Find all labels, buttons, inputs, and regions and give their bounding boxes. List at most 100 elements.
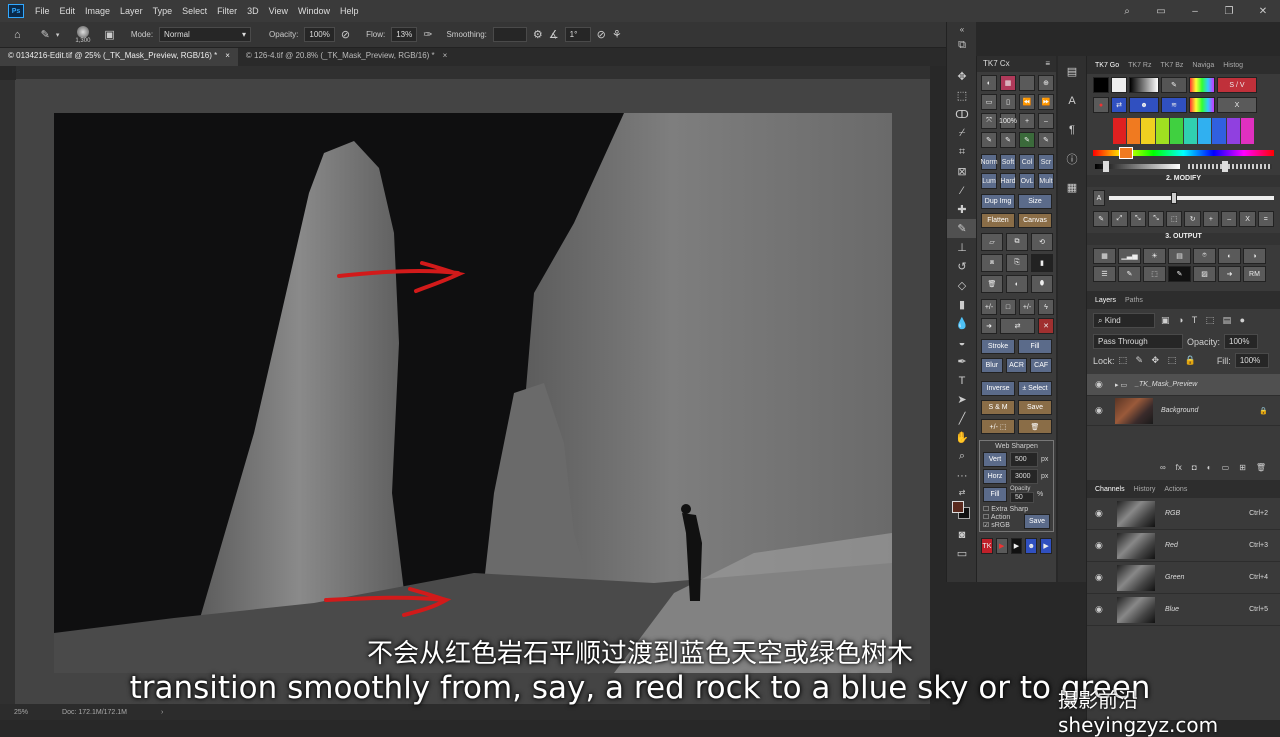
hue-slider[interactable] xyxy=(1093,147,1274,159)
quick-select-icon[interactable]: ⌿ xyxy=(947,124,977,143)
tk-lightning-icon[interactable]: ϟ xyxy=(1038,299,1054,315)
brush-preset[interactable]: 1,300 xyxy=(75,25,90,44)
swatch-purple[interactable] xyxy=(1226,118,1240,144)
kind-filter[interactable]: ⌕ Kind xyxy=(1093,313,1155,328)
tk-logo-button[interactable]: TK xyxy=(981,538,993,554)
document-image[interactable] xyxy=(54,113,892,673)
tab-navigator[interactable]: Naviga xyxy=(1192,62,1214,69)
zoom-tool-icon[interactable]: ⌕ xyxy=(947,447,977,466)
tk-minus-icon[interactable]: – xyxy=(1038,113,1054,129)
doc-tab[interactable]: © 126-4.tif @ 20.8% (_TK_Mask_Preview, R… xyxy=(238,48,455,66)
mode-norm-button[interactable]: Norm xyxy=(980,154,998,170)
tk-half-icon[interactable]: ◐ xyxy=(1006,275,1028,293)
flow-field[interactable]: 13% xyxy=(391,27,418,42)
delete-layer-icon[interactable]: 🗑 xyxy=(1256,463,1266,472)
mode-hard-button[interactable]: Hard xyxy=(1000,173,1016,189)
tab-actions[interactable]: Actions xyxy=(1164,486,1187,493)
eyedropper-icon[interactable]: ⁄ xyxy=(947,181,977,200)
smoothing-field[interactable] xyxy=(492,27,527,42)
out-camera-icon[interactable]: ⌾ xyxy=(1193,248,1216,264)
out-select-icon[interactable]: ⬚ xyxy=(1143,266,1166,282)
menu-edit[interactable]: Edit xyxy=(55,6,81,16)
swatch-teal[interactable] xyxy=(1184,118,1198,144)
save-button[interactable]: Save xyxy=(1018,400,1052,415)
out-quarter-icon[interactable]: ◑ xyxy=(1243,248,1266,264)
menu-3d[interactable]: 3D xyxy=(242,6,264,16)
tk-swap-icon[interactable]: ⇄ xyxy=(1000,318,1035,334)
blur-tool-icon[interactable]: 💧 xyxy=(947,314,977,333)
flatten-button[interactable]: Flatten xyxy=(981,213,1015,228)
red-dot-icon[interactable]: ● xyxy=(1093,97,1109,113)
slider-handle[interactable] xyxy=(1171,192,1177,204)
close-icon[interactable]: × xyxy=(443,51,448,63)
eye-icon[interactable]: ◉ xyxy=(1095,604,1107,615)
srgb-check[interactable]: ☑ sRGB xyxy=(983,521,1010,529)
channel-row-green[interactable]: ◉ Green Ctrl+4 xyxy=(1087,562,1280,594)
out-menu-icon[interactable]: ☰ xyxy=(1093,266,1116,282)
eye-icon[interactable]: ◉ xyxy=(1095,405,1107,416)
out-sun-icon[interactable]: ☀ xyxy=(1143,248,1166,264)
mode-col-button[interactable]: Col xyxy=(1019,154,1035,170)
mod-brush-icon[interactable]: ✎ xyxy=(1093,211,1110,227)
swatch-red[interactable] xyxy=(1113,118,1127,144)
tk-cancel-icon[interactable]: ✕ xyxy=(1038,318,1054,334)
tk-plus-icon[interactable]: + xyxy=(1019,113,1035,129)
tk-green-brush-icon[interactable]: ✎ xyxy=(1019,132,1035,148)
eye-icon[interactable]: ◉ xyxy=(1095,540,1107,551)
close-icon[interactable]: ✕ xyxy=(1246,6,1280,17)
checkbox-icon[interactable]: ☐ xyxy=(983,514,989,521)
tk-doc-icon[interactable]: ▯ xyxy=(1000,94,1016,110)
tk-options-icon[interactable] xyxy=(1019,75,1035,91)
tone-slider-left[interactable] xyxy=(1095,161,1180,172)
swap-colors-icon[interactable]: ⇄ xyxy=(947,485,977,499)
new-layer-icon[interactable]: ⊞ xyxy=(1239,463,1246,472)
fill-button[interactable]: Fill xyxy=(1018,339,1052,354)
close-icon[interactable]: × xyxy=(225,51,230,63)
tk-trash-icon[interactable]: 🗑 xyxy=(1018,419,1052,434)
home-icon[interactable]: ⌂ xyxy=(14,29,21,41)
swap-icon[interactable]: ⇄ xyxy=(1111,97,1127,113)
menu-help[interactable]: Help xyxy=(335,6,364,16)
out-half-icon[interactable]: ◐ xyxy=(1218,248,1241,264)
opacity-field[interactable]: 100% xyxy=(304,27,335,42)
crop-tool-icon[interactable]: ⌗ xyxy=(947,143,977,162)
history-brush-icon[interactable]: ↺ xyxy=(947,257,977,276)
collapse-icon[interactable]: « xyxy=(947,22,977,36)
gradient-tool-icon[interactable]: ▮ xyxy=(947,295,977,314)
tk-transform-icon[interactable]: ⟲ xyxy=(1031,233,1053,251)
libraries-icon[interactable]: ▦ xyxy=(1058,178,1086,197)
mod-feather-icon[interactable]: ⤡ xyxy=(1147,211,1165,227)
zoom-level[interactable]: 25% xyxy=(14,709,28,716)
lock-icons[interactable]: ⬚ ✎ ✥ ⬚ 🔒 xyxy=(1119,355,1199,366)
search-icon[interactable]: ⌕ xyxy=(1110,6,1144,17)
brush-swatch-icon[interactable]: ✎ xyxy=(1161,77,1187,93)
rm-button[interactable]: RM xyxy=(1243,266,1266,282)
lasso-tool-icon[interactable]: ↀ xyxy=(947,105,977,124)
swatch-blue[interactable] xyxy=(1212,118,1226,144)
swatch-cyan[interactable] xyxy=(1198,118,1212,144)
color-swatches[interactable] xyxy=(947,499,976,525)
menu-type[interactable]: Type xyxy=(148,6,178,16)
layer-opacity-field[interactable]: 100% xyxy=(1224,334,1259,349)
quick-mask-icon[interactable]: ◙ xyxy=(947,525,977,544)
action-check[interactable]: ☐ Action xyxy=(983,513,1010,521)
acr-button[interactable]: ACR xyxy=(1005,358,1028,373)
spectrum-icon[interactable] xyxy=(1189,97,1215,113)
tk-white-brush-icon[interactable]: ✎ xyxy=(1000,132,1016,148)
save-sharpen-button[interactable]: Save xyxy=(1024,513,1050,529)
layer-fill-field[interactable]: 100% xyxy=(1234,353,1269,368)
mode-soft-button[interactable]: Soft xyxy=(1000,154,1016,170)
channel-row-blue[interactable]: ◉ Blue Ctrl+5 xyxy=(1087,594,1280,626)
new-group-icon[interactable]: ▭ xyxy=(1222,463,1230,472)
mod-plus-icon[interactable]: + xyxy=(1202,211,1220,227)
slider-handle[interactable] xyxy=(1221,161,1228,172)
white-swatch-icon[interactable] xyxy=(1111,77,1127,93)
tk-100-icon[interactable]: 100% xyxy=(999,113,1017,129)
sv-button[interactable]: S / V xyxy=(1217,77,1257,93)
mod-minus-icon[interactable]: – xyxy=(1221,211,1238,227)
tab-tk7-bz[interactable]: TK7 Bz xyxy=(1160,62,1183,69)
person-icon[interactable]: ☻ xyxy=(1129,97,1159,113)
frame-tool-icon[interactable]: ⊠ xyxy=(947,162,977,181)
more-tools-icon[interactable]: ··· xyxy=(947,466,977,485)
hand-tool-icon[interactable]: ✋ xyxy=(947,428,977,447)
